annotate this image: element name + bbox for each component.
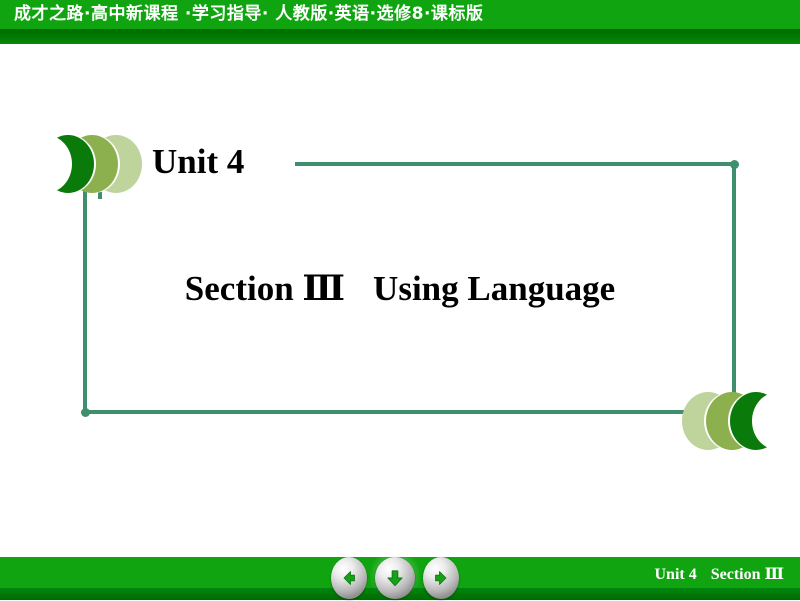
- footer-section-label: Section Ⅲ: [710, 566, 784, 583]
- section-number: Section Ⅲ: [184, 269, 346, 308]
- footer-unit-label: Unit 4: [654, 566, 697, 583]
- arrow-right-icon: [431, 568, 451, 588]
- previous-slide-button[interactable]: [331, 557, 367, 599]
- header-bar: 成才之路·高中新课程 ·学习指导· 人教版·英语·选修8·课标版: [0, 0, 800, 29]
- chevron-left-dark-icon: [20, 135, 94, 193]
- section-topic: Using Language: [373, 269, 616, 308]
- chevron-right-dark-icon: [730, 392, 800, 450]
- slide-navigation: [331, 549, 461, 601]
- frame-bottom-line: [85, 410, 690, 414]
- left-chevron-decoration: [20, 135, 158, 199]
- frame-top-line: [295, 162, 735, 166]
- arrow-left-icon: [339, 568, 359, 588]
- down-slide-button[interactable]: [375, 557, 415, 599]
- next-slide-button[interactable]: [423, 557, 459, 599]
- frame-corner-dot-bottom-left: [81, 408, 90, 417]
- footer-label: Unit 4 Section Ⅲ: [655, 564, 785, 584]
- arrow-down-icon: [384, 567, 406, 589]
- section-title: Section Ⅲ Using Language: [0, 268, 800, 309]
- right-chevron-decoration: [672, 388, 800, 450]
- header-bar-shadow: [0, 29, 800, 44]
- header-title: 成才之路·高中新课程 ·学习指导· 人教版·英语·选修8·课标版: [14, 4, 484, 24]
- unit-title: Unit 4: [152, 142, 245, 181]
- frame-corner-dot-top-right: [730, 160, 739, 169]
